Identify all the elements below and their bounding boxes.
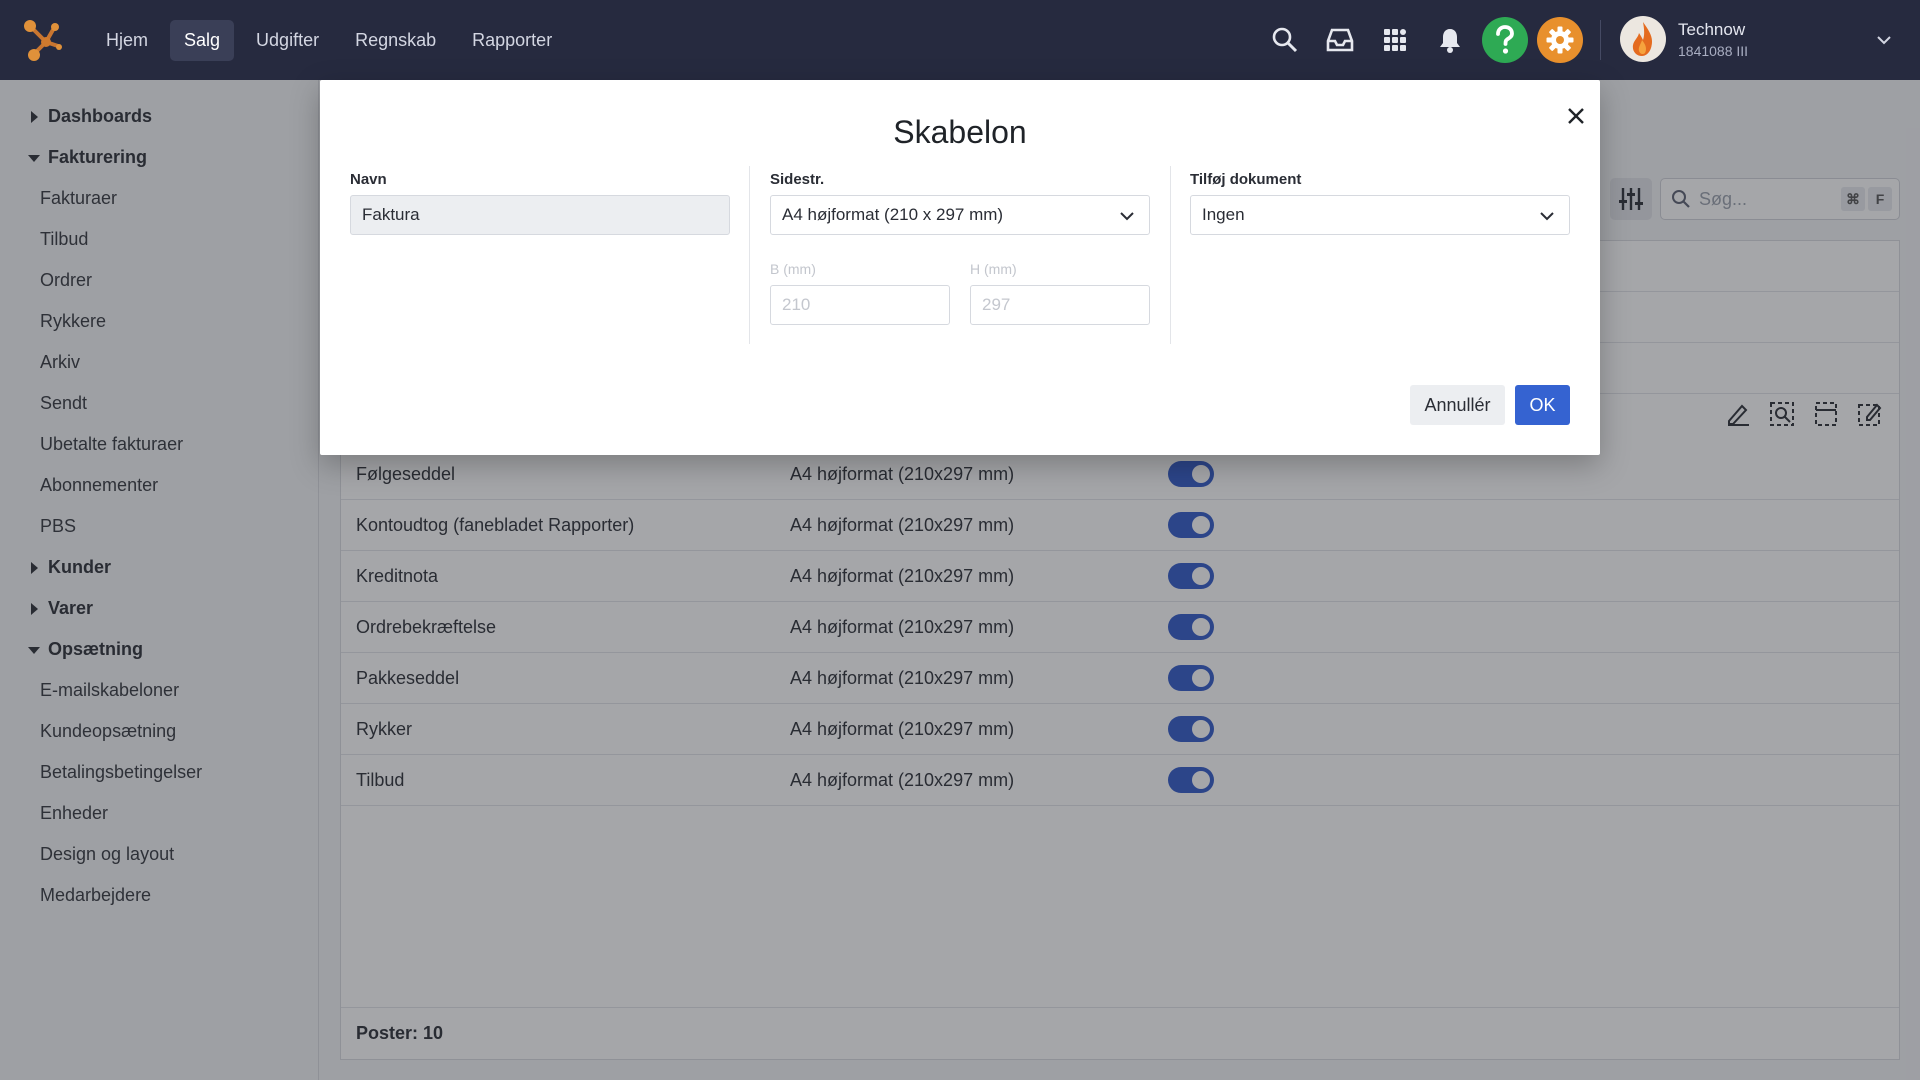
column-divider: [1170, 166, 1171, 344]
name-label: Navn: [350, 171, 387, 188]
main-nav: Hjem Salg Udgifter Regnskab Rapporter: [92, 19, 566, 61]
nav-rapporter[interactable]: Rapporter: [458, 20, 566, 61]
nav-hjem[interactable]: Hjem: [92, 20, 162, 61]
inbox-icon[interactable]: [1317, 17, 1363, 63]
nav-salg[interactable]: Salg: [170, 19, 235, 61]
height-label: H (mm): [970, 261, 1017, 277]
template-dialog: Skabelon Navn Faktura Sidestr. A4 højfor…: [320, 80, 1600, 455]
search-icon[interactable]: [1262, 17, 1308, 63]
help-icon[interactable]: [1482, 17, 1528, 63]
chevron-down-icon: [1120, 212, 1134, 221]
page-size-value: A4 højformat (210 x 297 mm): [782, 205, 1004, 224]
name-field[interactable]: Faktura: [350, 195, 730, 235]
user-menu[interactable]: Technow 1841088 III: [1620, 16, 1748, 62]
chevron-down-icon: [1540, 212, 1554, 221]
close-icon: [1568, 108, 1584, 124]
attach-document-label: Tilføj dokument: [1190, 171, 1302, 188]
top-bar: Hjem Salg Udgifter Regnskab Rapporter Te…: [0, 0, 1920, 80]
dialog-title: Skabelon: [893, 114, 1027, 150]
notifications-bell-icon[interactable]: [1427, 17, 1473, 63]
app-logo-icon[interactable]: [22, 18, 66, 62]
apps-grid-icon[interactable]: [1372, 17, 1418, 63]
width-field: 210: [770, 285, 950, 325]
nav-udgifter[interactable]: Udgifter: [242, 20, 333, 61]
column-divider: [749, 166, 750, 344]
user-name: Technow: [1678, 19, 1746, 39]
user-id: 1841088 III: [1678, 42, 1749, 59]
page-size-select[interactable]: A4 højformat (210 x 297 mm): [770, 195, 1150, 235]
topbar-divider: [1600, 20, 1601, 60]
page-size-label: Sidestr.: [770, 171, 825, 188]
attach-document-value: Ingen: [1202, 205, 1245, 224]
avatar: [1620, 16, 1666, 62]
close-button[interactable]: [1558, 98, 1594, 134]
attach-document-select[interactable]: Ingen: [1190, 195, 1570, 235]
height-field: 297: [970, 285, 1150, 325]
nav-regnskab[interactable]: Regnskab: [341, 20, 450, 61]
cancel-button[interactable]: Annullér: [1410, 385, 1505, 425]
ok-button[interactable]: OK: [1515, 385, 1570, 425]
chevron-down-icon[interactable]: [1874, 30, 1894, 50]
width-label: B (mm): [770, 261, 816, 277]
settings-gear-icon[interactable]: [1537, 17, 1583, 63]
